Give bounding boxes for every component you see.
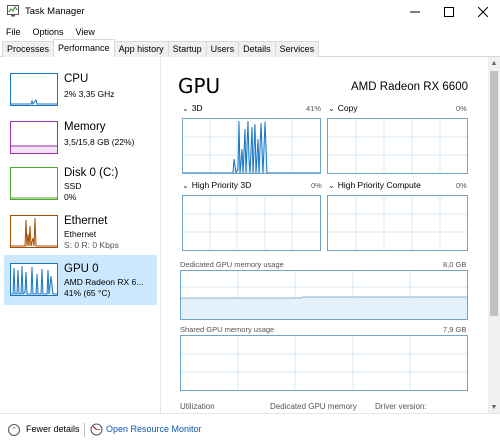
sidebar-item-detail: SSD bbox=[64, 181, 82, 191]
dedicated-memory-max: 8,0 GB bbox=[443, 260, 467, 269]
engine-percent: 41% bbox=[306, 104, 322, 113]
sidebar-item-name: Ethernet bbox=[64, 215, 108, 227]
sidebar-item-detail: 3,5/15,8 GB (22%) bbox=[64, 137, 135, 147]
sidebar-item-detail-2: S: 0 R: 0 Kbps bbox=[64, 240, 119, 250]
sidebar-item-detail: AMD Radeon RX 6... bbox=[64, 277, 144, 287]
menu-view[interactable]: View bbox=[70, 27, 101, 37]
gpu-thumbnail bbox=[10, 263, 58, 296]
sidebar-item-name: GPU 0 bbox=[64, 263, 99, 275]
menu-options[interactable]: Options bbox=[27, 27, 70, 37]
sidebar-item-name: Disk 0 (C:) bbox=[64, 167, 119, 179]
engine-3d-selector[interactable]: ⌄ 3D bbox=[182, 103, 203, 113]
shared-memory-max: 7,9 GB bbox=[443, 325, 467, 334]
scroll-down-arrow-icon[interactable]: ▼ bbox=[488, 401, 500, 413]
engine-copy-selector[interactable]: ⌄ Copy bbox=[328, 103, 358, 113]
engine-label: 3D bbox=[191, 103, 203, 113]
chevron-down-icon: ⌄ bbox=[182, 180, 189, 190]
close-icon bbox=[478, 6, 488, 17]
performance-sidebar: CPU 2% 3,35 GHz Memory 3,5/15,8 GB (22%)… bbox=[0, 57, 161, 413]
tab-startup[interactable]: Startup bbox=[167, 41, 207, 57]
sidebar-item-detail: Ethernet bbox=[64, 229, 97, 239]
task-manager-icon bbox=[7, 5, 19, 17]
engine-label: Copy bbox=[337, 103, 358, 113]
sidebar-item-disk[interactable]: Disk 0 (C:) SSD 0% bbox=[4, 159, 157, 209]
memory-thumbnail bbox=[10, 121, 58, 154]
sidebar-item-gpu[interactable]: GPU 0 AMD Radeon RX 6... 41% (65 °C) bbox=[4, 255, 157, 305]
maximize-button[interactable] bbox=[432, 0, 466, 23]
engine-label: High Priority 3D bbox=[191, 180, 252, 190]
close-button[interactable] bbox=[466, 0, 500, 23]
sidebar-item-name: Memory bbox=[64, 121, 106, 133]
gpu-detail-panel: GPU AMD Radeon RX 6600 ⌄ 3D 41% ⌄ Copy 0… bbox=[162, 57, 488, 413]
engine-percent: 0% bbox=[456, 181, 467, 190]
tab-details[interactable]: Details bbox=[238, 41, 276, 57]
dedicated-memory-graph bbox=[180, 270, 468, 320]
driver-version-label: Driver version: bbox=[375, 402, 427, 411]
ethernet-thumbnail bbox=[10, 215, 58, 248]
maximize-icon bbox=[444, 6, 454, 17]
utilization-label: Utilization bbox=[180, 402, 215, 411]
sidebar-item-memory[interactable]: Memory 3,5/15,8 GB (22%) bbox=[4, 113, 157, 163]
disk-thumbnail bbox=[10, 167, 58, 200]
open-resource-monitor-link[interactable]: Open Resource Monitor bbox=[106, 424, 202, 434]
engine-high-priority-3d-graph bbox=[182, 195, 321, 251]
scroll-up-arrow-icon[interactable]: ▲ bbox=[488, 57, 500, 69]
sidebar-item-detail: 2% 3,35 GHz bbox=[64, 89, 115, 99]
page-title: GPU bbox=[178, 74, 221, 98]
tab-processes[interactable]: Processes bbox=[2, 41, 55, 57]
engine-high-priority-3d-selector[interactable]: ⌄ High Priority 3D bbox=[182, 180, 251, 190]
title-bar: Task Manager bbox=[0, 0, 500, 23]
engine-high-priority-compute-graph bbox=[327, 195, 468, 251]
sidebar-item-detail-2: 0% bbox=[64, 192, 77, 202]
footer-bar: ⌃ Fewer details Open Resource Monitor bbox=[0, 413, 500, 447]
shared-memory-label: Shared GPU memory usage bbox=[180, 325, 275, 334]
engine-percent: 0% bbox=[311, 181, 322, 190]
menu-bar: File Options View bbox=[0, 23, 101, 40]
fewer-details-button[interactable]: Fewer details bbox=[26, 424, 80, 434]
sidebar-item-detail-2: 41% (65 °C) bbox=[64, 288, 111, 298]
menu-file[interactable]: File bbox=[0, 27, 27, 37]
minimize-button[interactable] bbox=[398, 0, 432, 23]
tab-performance[interactable]: Performance bbox=[53, 39, 115, 57]
engine-percent: 0% bbox=[456, 104, 467, 113]
scroll-thumb[interactable] bbox=[490, 71, 498, 316]
engine-copy-graph bbox=[327, 118, 468, 174]
shared-memory-graph bbox=[180, 335, 468, 391]
sidebar-item-ethernet[interactable]: Ethernet Ethernet S: 0 R: 0 Kbps bbox=[4, 207, 157, 257]
dedicated-memory-label: Dedicated GPU memory usage bbox=[180, 260, 284, 269]
cpu-thumbnail bbox=[10, 73, 58, 106]
engine-label: High Priority Compute bbox=[337, 180, 421, 190]
tab-services[interactable]: Services bbox=[274, 41, 320, 57]
vertical-scrollbar[interactable]: ▲ ▼ bbox=[488, 57, 500, 413]
tab-users[interactable]: Users bbox=[205, 41, 240, 57]
engine-3d-graph bbox=[182, 118, 321, 174]
tab-bar: Processes Performance App history Startu… bbox=[2, 39, 320, 57]
chevron-down-icon: ⌄ bbox=[328, 103, 335, 113]
gpu-model-name: AMD Radeon RX 6600 bbox=[351, 81, 468, 93]
dedicated-memory-stat-label: Dedicated GPU memory bbox=[270, 402, 357, 411]
chevron-down-icon: ⌄ bbox=[182, 103, 189, 113]
sidebar-item-cpu[interactable]: CPU 2% 3,35 GHz bbox=[4, 65, 157, 115]
minimize-icon bbox=[410, 11, 420, 12]
sidebar-item-name: CPU bbox=[64, 73, 89, 85]
window-title: Task Manager bbox=[25, 6, 85, 17]
chevron-down-icon: ⌄ bbox=[328, 180, 335, 190]
resource-monitor-icon[interactable] bbox=[90, 423, 103, 436]
engine-high-priority-compute-selector[interactable]: ⌄ High Priority Compute bbox=[328, 180, 421, 190]
chevron-up-icon[interactable]: ⌃ bbox=[8, 424, 20, 436]
footer-divider bbox=[84, 423, 85, 437]
tab-app-history[interactable]: App history bbox=[113, 41, 169, 57]
